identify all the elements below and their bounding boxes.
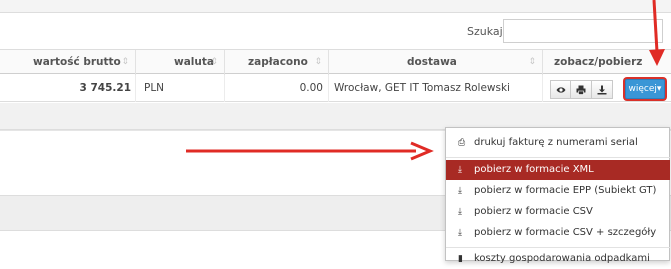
download-icon (597, 85, 607, 94)
download-icon: ⤓ (458, 165, 462, 175)
sort-icon: ⇕ (210, 57, 218, 67)
top-panel-edge (0, 0, 671, 13)
cell-paid: 0.00 (225, 75, 329, 102)
table-header: wartość brutto ⇕ waluta ⇕ zapłacono ⇕ do… (0, 49, 671, 92)
view-invoice-button[interactable] (550, 80, 571, 99)
download-icon: ⤓ (458, 207, 462, 217)
more-button[interactable]: więcej▾ (625, 79, 665, 99)
menu-item-label: koszty gospodarowania odpadkami (474, 253, 650, 264)
download-invoice-button[interactable] (592, 80, 613, 99)
column-header-label: zapłacono (248, 56, 308, 68)
download-icon: ⤓ (458, 186, 462, 196)
column-header-paid[interactable]: zapłacono ⇕ (225, 50, 329, 75)
eye-icon (556, 86, 565, 93)
print-icon (576, 85, 586, 95)
column-header-label: waluta (174, 56, 214, 68)
caret-down-icon: ▾ (656, 84, 662, 94)
menu-item-download-csv-details[interactable]: ⤓ pobierz w formacie CSV + szczegóły (446, 223, 670, 243)
more-dropdown-menu: ⎙ drukuj fakturę z numerami serial ⤓ pobie… (445, 127, 670, 264)
menu-item-download-csv[interactable]: ⤓ pobierz w formacie CSV (446, 202, 670, 222)
print-invoice-button[interactable] (571, 80, 592, 99)
menu-item-print-serial[interactable]: ⎙ drukuj fakturę z numerami serial (446, 133, 670, 153)
menu-item-label: pobierz w formacie CSV (474, 206, 593, 217)
search-label: Szukaj: (467, 25, 507, 38)
column-header-gross-value[interactable]: wartość brutto ⇕ (0, 50, 136, 75)
cell-currency: PLN (136, 75, 225, 102)
cell-gross-value: 3 745.21 (0, 75, 136, 102)
menu-divider (446, 157, 670, 158)
menu-item-waste-costs[interactable]: ▮ koszty gospodarowania odpadkami (446, 249, 670, 269)
more-button-label: więcej (628, 84, 657, 94)
download-icon: ⤓ (458, 228, 462, 238)
document-icon: ▮ (458, 254, 463, 264)
invoice-action-buttons (550, 80, 613, 99)
cell-delivery: Wrocław, GET IT Tomasz Rolewski (329, 75, 543, 102)
sort-icon: ⇕ (314, 57, 322, 67)
column-header-delivery[interactable]: dostawa ⇕ (329, 50, 543, 75)
table-row (0, 103, 671, 130)
menu-item-label: pobierz w formacie CSV + szczegóły (474, 227, 657, 238)
print-icon: ⎙ (458, 138, 466, 148)
menu-divider (446, 247, 670, 248)
column-header-currency[interactable]: waluta ⇕ (136, 50, 225, 75)
search-input[interactable] (503, 19, 663, 43)
column-header-label: dostawa (407, 56, 457, 68)
menu-item-label: pobierz w formacie EPP (Subiekt GT) (474, 185, 657, 196)
sort-icon: ⇕ (121, 57, 129, 67)
annotation-arrow-right (186, 141, 434, 161)
menu-item-label: pobierz w formacie XML (474, 164, 594, 175)
menu-item-download-xml[interactable]: ⤓ pobierz w formacie XML (446, 160, 670, 180)
menu-item-download-epp[interactable]: ⤓ pobierz w formacie EPP (Subiekt GT) (446, 181, 670, 201)
sort-icon: ⇕ (528, 57, 536, 67)
menu-item-label: drukuj fakturę z numerami serial (474, 137, 638, 148)
annotation-arrow-down (649, 0, 665, 66)
column-header-label: wartość brutto (33, 56, 121, 68)
